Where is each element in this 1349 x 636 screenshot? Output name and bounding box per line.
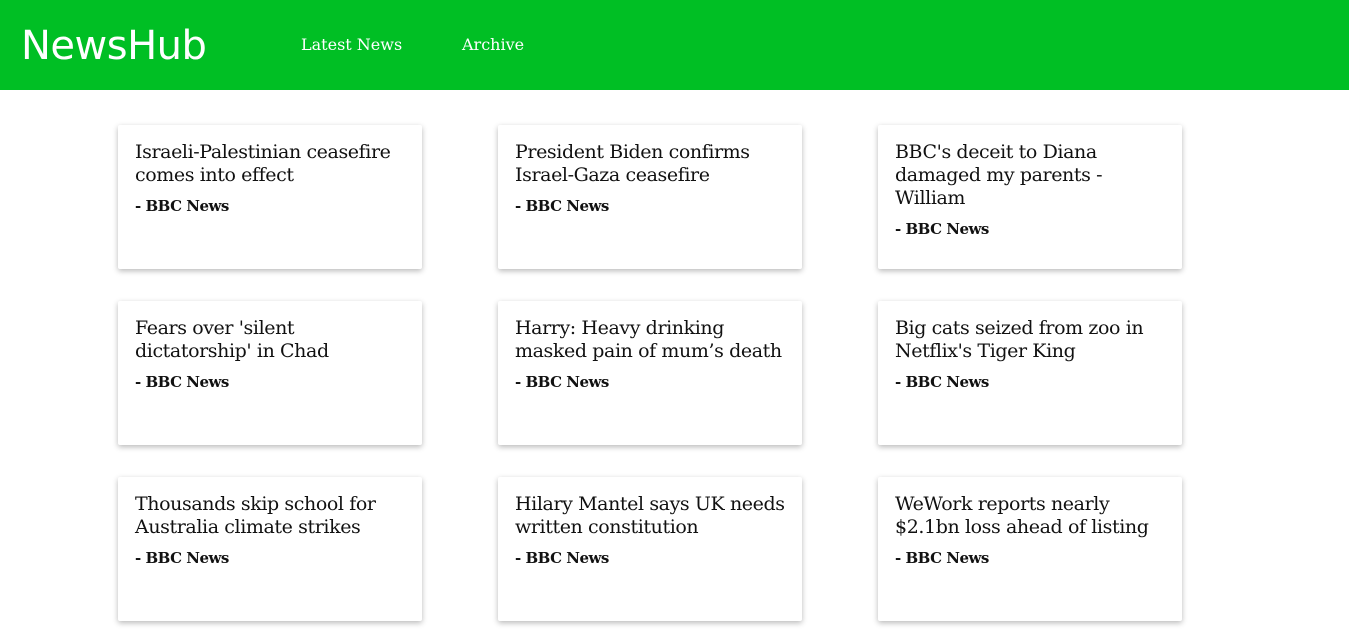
nav-latest-news[interactable]: Latest News (301, 34, 402, 56)
news-card-title: Harry: Heavy drinking masked pain of mum… (515, 317, 782, 362)
news-card-title: BBC's deceit to Diana damaged my parents… (895, 141, 1103, 209)
news-card[interactable]: BBC's deceit to Diana damaged my parents… (878, 125, 1182, 269)
news-card-source: - BBC News (895, 373, 989, 391)
news-card-title: Hilary Mantel says UK needs written cons… (515, 493, 785, 538)
news-card[interactable]: Fears over 'silent dictatorship' in Chad… (118, 301, 422, 445)
news-grid: Israeli-Palestinian ceasefire comes into… (118, 125, 1182, 621)
news-card-source: - BBC News (135, 373, 229, 391)
news-card-source: - BBC News (515, 197, 609, 215)
news-card[interactable]: Harry: Heavy drinking masked pain of mum… (498, 301, 802, 445)
news-card-source: - BBC News (135, 549, 229, 567)
news-card[interactable]: President Biden confirms Israel-Gaza cea… (498, 125, 802, 269)
site-header: NewsHub Latest News Archive (0, 0, 1349, 90)
news-card[interactable]: Big cats seized from zoo in Netflix's Ti… (878, 301, 1182, 445)
news-card-title: WeWork reports nearly $2.1bn loss ahead … (895, 493, 1149, 538)
news-card-title: Israeli-Palestinian ceasefire comes into… (135, 141, 391, 186)
news-card-title: President Biden confirms Israel-Gaza cea… (515, 141, 750, 186)
site-logo[interactable]: NewsHub (21, 20, 207, 72)
news-card[interactable]: Thousands skip school for Australia clim… (118, 477, 422, 621)
news-card-title: Thousands skip school for Australia clim… (135, 493, 376, 538)
news-card-title: Big cats seized from zoo in Netflix's Ti… (895, 317, 1144, 362)
news-card-source: - BBC News (515, 549, 609, 567)
news-card-title: Fears over 'silent dictatorship' in Chad (135, 317, 329, 362)
news-card-source: - BBC News (135, 197, 229, 215)
news-card-source: - BBC News (895, 220, 989, 238)
news-card-source: - BBC News (515, 373, 609, 391)
news-card-source: - BBC News (895, 549, 989, 567)
news-card[interactable]: Hilary Mantel says UK needs written cons… (498, 477, 802, 621)
news-card[interactable]: Israeli-Palestinian ceasefire comes into… (118, 125, 422, 269)
nav-archive[interactable]: Archive (462, 34, 524, 56)
news-card[interactable]: WeWork reports nearly $2.1bn loss ahead … (878, 477, 1182, 621)
